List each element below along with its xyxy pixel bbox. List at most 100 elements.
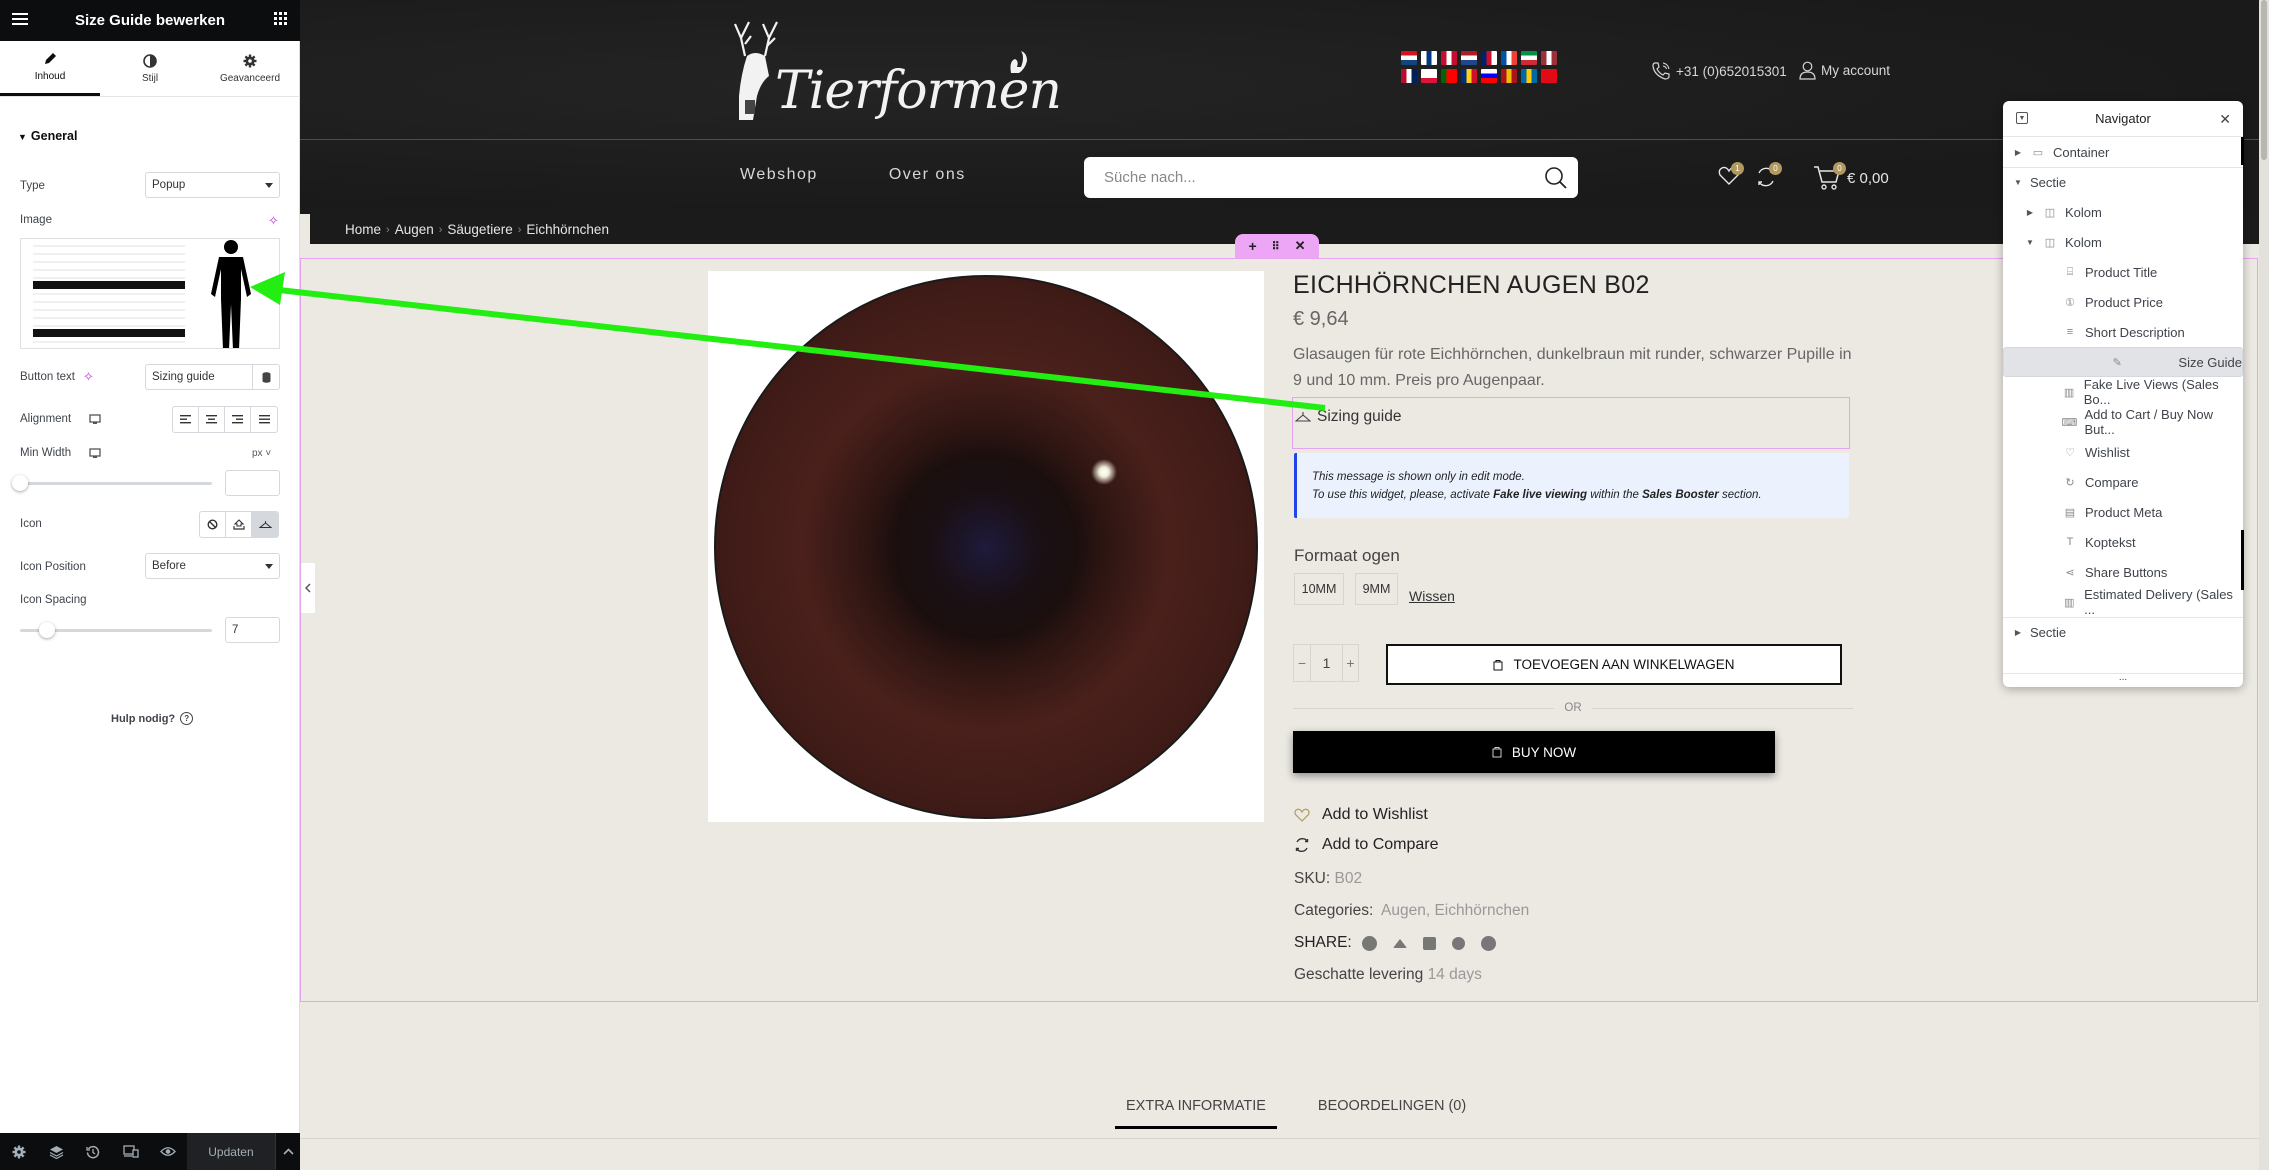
add-element-icon[interactable]: + [1248, 238, 1256, 254]
navigator-button[interactable] [37, 1133, 74, 1170]
search-box[interactable]: Süche nach... [1084, 157, 1578, 198]
size-option-9mm[interactable]: 9MM [1355, 573, 1398, 605]
navigator-more-button[interactable]: ... [2003, 673, 2243, 687]
navigator-item[interactable]: T Koptekst [2003, 527, 2243, 557]
facebook-icon[interactable] [1361, 935, 1377, 951]
collapse-all-icon[interactable]: ▼ [2016, 112, 2028, 124]
type-select[interactable]: Popup [145, 172, 280, 198]
buy-now-button[interactable]: BUY NOW [1293, 731, 1775, 773]
language-flag[interactable] [1481, 51, 1497, 65]
breadcrumb-home[interactable]: Home [345, 222, 381, 237]
my-account-link[interactable]: My account [1799, 61, 1890, 80]
site-logo[interactable]: Tierformen [731, 16, 1062, 121]
desktop-icon[interactable] [89, 448, 101, 459]
desktop-icon[interactable] [89, 414, 101, 425]
navigator-item[interactable]: ⌸ Product Title [2003, 257, 2243, 287]
clear-selection-link[interactable]: Wissen [1409, 588, 1455, 604]
caret-right-icon[interactable]: ▶ [2025, 208, 2035, 217]
categories-value[interactable]: Augen, Eichhörnchen [1381, 902, 1529, 919]
add-to-compare-link[interactable]: Add to Compare [1294, 836, 1439, 854]
align-left-button[interactable] [173, 407, 199, 432]
tab-beoordelingen[interactable]: BEOORDELINGEN (0) [1307, 1098, 1477, 1129]
navigator-item[interactable]: ▥ Fake Live Views (Sales Bo... [2003, 377, 2243, 407]
ai-sparkle-icon[interactable]: ✧ [268, 213, 279, 229]
responsive-mode-button[interactable] [112, 1133, 149, 1170]
min-width-input[interactable] [225, 470, 280, 496]
navigator-item[interactable]: ≡ Short Description [2003, 317, 2243, 347]
align-right-button[interactable] [225, 407, 251, 432]
navigator-item[interactable]: ▶ ▭ Container [2003, 137, 2243, 167]
preview-button[interactable] [150, 1133, 187, 1170]
navigator-item[interactable]: ▥ Estimated Delivery (Sales ... [2003, 587, 2243, 617]
size-guide-button[interactable]: Sizing guide [1295, 408, 1401, 426]
apps-grid-icon[interactable] [274, 12, 288, 26]
page-scrollbar-thumb[interactable] [2261, 0, 2267, 160]
icon-none-button[interactable] [200, 512, 226, 537]
icon-spacing-input[interactable]: 7 [225, 617, 280, 643]
icon-hanger-button[interactable] [252, 512, 278, 537]
language-flag[interactable] [1481, 69, 1497, 83]
skype-icon[interactable] [1451, 936, 1465, 950]
dynamic-tags-button[interactable] [253, 364, 280, 390]
caret-right-icon[interactable]: ▶ [2013, 628, 2023, 637]
language-flag[interactable] [1441, 51, 1457, 65]
language-flag[interactable] [1541, 51, 1557, 65]
language-flag[interactable] [1521, 51, 1537, 65]
icon-upload-button[interactable] [226, 512, 252, 537]
phone-link[interactable]: +31 (0)652015301 [1651, 61, 1787, 81]
navigator-item[interactable]: ▶ ◫ Kolom [2003, 197, 2243, 227]
add-to-wishlist-link[interactable]: Add to Wishlist [1294, 806, 1428, 824]
settings-button[interactable] [0, 1133, 37, 1170]
update-button[interactable]: Updaten [186, 1133, 276, 1170]
tab-extra-informatie[interactable]: EXTRA INFORMATIE [1115, 1098, 1277, 1129]
align-center-button[interactable] [199, 407, 225, 432]
delete-section-icon[interactable]: ✕ [1295, 238, 1306, 254]
breadcrumb-augen[interactable]: Augen [395, 222, 434, 237]
save-options-button[interactable] [275, 1133, 300, 1170]
tab-inhoud[interactable]: Inhoud [0, 41, 100, 96]
size-option-10mm[interactable]: 10MM [1294, 573, 1344, 605]
hamburger-menu-icon[interactable] [12, 12, 28, 26]
language-flag[interactable] [1421, 69, 1437, 83]
ai-sparkle-icon[interactable]: ✧ [83, 369, 94, 385]
min-width-slider-knob[interactable] [12, 475, 28, 491]
language-flag[interactable] [1521, 69, 1537, 83]
page-scrollbar-track[interactable] [2259, 0, 2269, 1170]
caret-down-icon[interactable]: ▼ [2013, 178, 2023, 187]
search-icon[interactable] [1544, 166, 1568, 190]
nav-over-ons[interactable]: Over ons [889, 166, 966, 184]
language-flag[interactable] [1441, 69, 1457, 83]
language-flag[interactable] [1401, 69, 1417, 83]
button-text-input[interactable]: Sizing guide [145, 364, 253, 390]
wishlist-header-button[interactable]: 1 [1718, 162, 1744, 190]
collapse-panel-button[interactable] [300, 563, 315, 613]
increase-qty-button[interactable]: + [1343, 645, 1358, 681]
navigator-item[interactable]: ⋖ Share Buttons [2003, 557, 2243, 587]
navigator-item[interactable]: ♡ Wishlist [2003, 437, 2243, 467]
navigator-item[interactable]: ▼ ◫ Kolom [2003, 227, 2243, 257]
align-justify-button[interactable] [251, 407, 277, 432]
navigator-item[interactable]: ⌨ Add to Cart / Buy Now But... [2003, 407, 2243, 437]
search-input[interactable]: Süche nach... [1104, 169, 1196, 186]
min-width-slider-track[interactable] [20, 482, 212, 485]
caret-down-icon[interactable]: ▼ [2025, 238, 2035, 247]
caret-right-icon[interactable]: ▶ [2013, 148, 2023, 157]
tab-geavanceerd[interactable]: Geavanceerd [200, 41, 300, 96]
icon-position-select[interactable]: Before [145, 553, 280, 579]
navigator-item[interactable]: ✎ Size Guide [2003, 347, 2243, 377]
nav-webshop[interactable]: Webshop [740, 166, 818, 184]
unit-selector[interactable]: px ˅ [252, 448, 271, 459]
help-link[interactable]: Hulp nodig? ? [111, 712, 194, 725]
language-flag[interactable] [1461, 69, 1477, 83]
language-flag[interactable] [1421, 51, 1437, 65]
language-flag[interactable] [1541, 69, 1557, 83]
close-icon[interactable]: ✕ [2219, 111, 2231, 128]
quantity-input[interactable]: 1 [1311, 645, 1343, 681]
decrease-qty-button[interactable]: − [1294, 645, 1311, 681]
navigator-item[interactable]: ▼ Sectie [2003, 167, 2243, 197]
tab-stijl[interactable]: Stijl [100, 41, 200, 96]
navigator-item[interactable]: ↻ Compare [2003, 467, 2243, 497]
navigator-header[interactable]: ▼ Navigator ✕ [2003, 101, 2243, 137]
navigator-item[interactable]: ▤ Product Meta [2003, 497, 2243, 527]
add-to-cart-button[interactable]: TOEVOEGEN AAN WINKELWAGEN [1386, 644, 1842, 685]
